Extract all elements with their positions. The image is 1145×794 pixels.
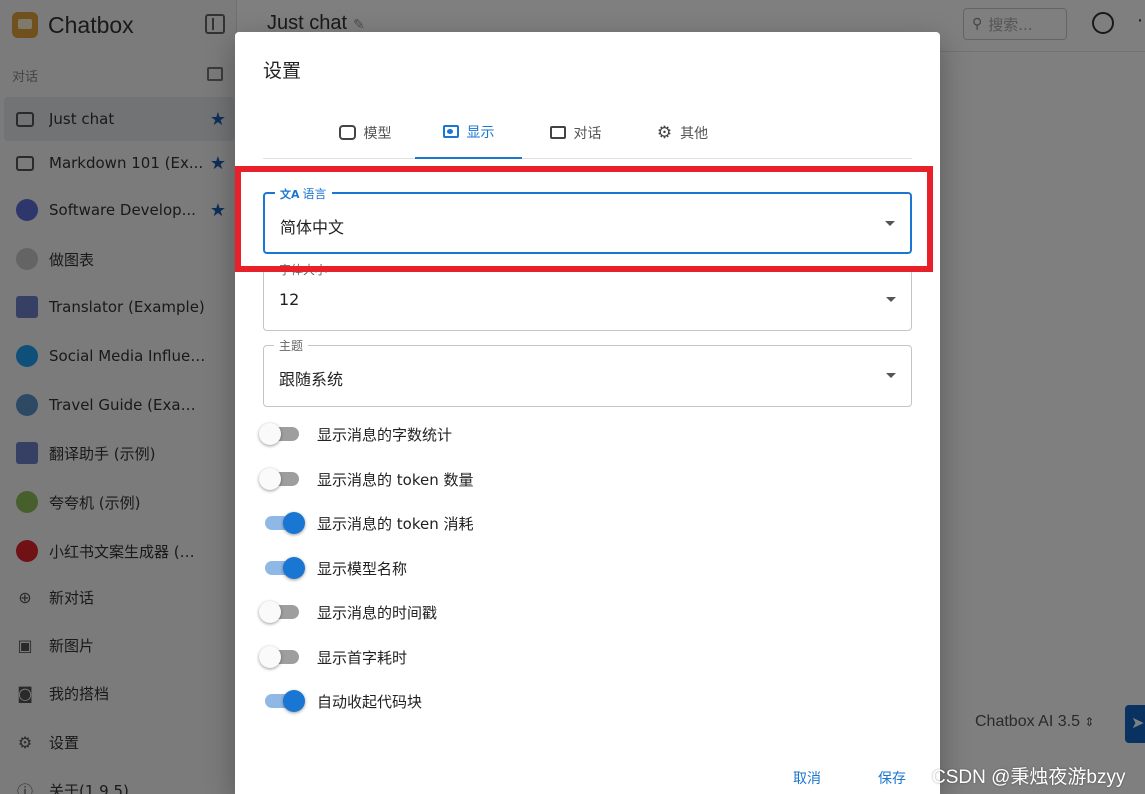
toggle-switch[interactable] <box>259 508 305 538</box>
tab-display[interactable]: 显示 <box>415 106 522 159</box>
switch-label: 显示消息的 token 数量 <box>317 470 474 489</box>
switch-model-name[interactable]: 显示模型名称 <box>259 553 407 583</box>
switch-label: 显示模型名称 <box>317 559 408 578</box>
cancel-button[interactable]: 取消 <box>793 768 821 788</box>
tab-label: 其他 <box>680 125 709 142</box>
watermark: CSDN @秉烛夜游bzyy <box>932 767 1126 788</box>
dialog-actions: 取消 保存 <box>235 764 940 794</box>
switch-label: 自动收起代码块 <box>317 692 423 711</box>
gear-icon: ⚙ <box>656 122 673 143</box>
chat-icon <box>549 126 566 139</box>
tab-other[interactable]: ⚙ 其他 <box>629 106 736 159</box>
toggle-switch[interactable] <box>259 597 305 627</box>
caret-down-icon <box>886 297 896 302</box>
font-size-value: 12 <box>279 290 300 309</box>
tab-label: 对话 <box>573 125 602 142</box>
caret-down-icon <box>886 373 896 378</box>
switch-label: 显示消息的 token 消耗 <box>317 514 474 533</box>
robot-icon <box>338 125 356 140</box>
settings-dialog: 设置 模型 显示 对话 ⚙ 其他 文A 语言 简体中文 字体大小 12 主题 跟… <box>235 32 940 794</box>
tab-model[interactable]: 模型 <box>315 106 415 159</box>
switch-timestamp[interactable]: 显示消息的时间戳 <box>259 597 437 627</box>
settings-tabs: 模型 显示 对话 ⚙ 其他 <box>263 106 912 159</box>
font-size-select[interactable]: 字体大小 12 <box>263 261 912 331</box>
switch-word-count[interactable]: 显示消息的字数统计 <box>259 419 452 449</box>
save-button[interactable]: 保存 <box>878 768 906 788</box>
toggle-switch[interactable] <box>259 642 305 672</box>
theme-value: 跟随系统 <box>279 370 344 389</box>
toggle-switch[interactable] <box>259 686 305 716</box>
switch-first-token-time[interactable]: 显示首字耗时 <box>259 642 407 672</box>
tab-label: 显示 <box>466 124 495 141</box>
dialog-title: 设置 <box>263 60 302 82</box>
switch-token-usage[interactable]: 显示消息的 token 消耗 <box>259 508 473 538</box>
tab-label: 模型 <box>363 125 392 142</box>
theme-label: 主题 <box>274 337 309 354</box>
switch-token-count[interactable]: 显示消息的 token 数量 <box>259 464 473 494</box>
switch-label: 显示消息的时间戳 <box>317 603 438 622</box>
theme-select[interactable]: 主题 跟随系统 <box>263 337 912 407</box>
switch-label: 显示消息的字数统计 <box>317 425 453 444</box>
annotation-highlight-box <box>235 166 933 272</box>
toggle-switch[interactable] <box>259 419 305 449</box>
switch-label: 显示首字耗时 <box>317 648 408 667</box>
tab-chat[interactable]: 对话 <box>522 106 629 159</box>
toggle-switch[interactable] <box>259 553 305 583</box>
toggle-switch[interactable] <box>259 464 305 494</box>
switch-collapse-code[interactable]: 自动收起代码块 <box>259 686 422 716</box>
display-icon <box>442 125 459 138</box>
